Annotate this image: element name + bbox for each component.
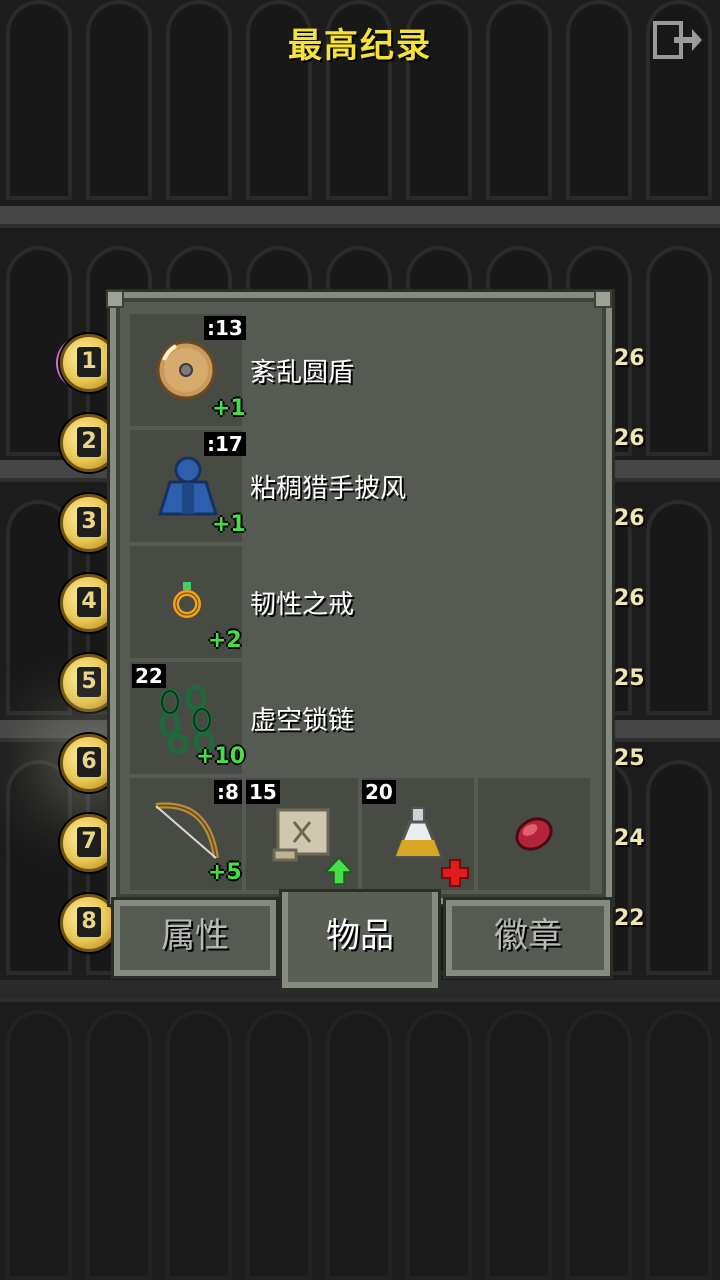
- quickslot[interactable]: :8 +5: [130, 778, 242, 890]
- depth-value: 26: [614, 346, 645, 371]
- depth-value: 26: [614, 586, 645, 611]
- item-name: 粘稠猎手披风: [250, 474, 407, 504]
- item-slot[interactable]: :13 +1: [130, 314, 246, 426]
- tab-badges[interactable]: 徽章: [446, 900, 610, 976]
- item-tag: 15: [246, 780, 280, 804]
- meat-icon: [515, 817, 553, 851]
- rank-number: 8: [77, 907, 101, 937]
- item-slot[interactable]: :17 +1: [130, 430, 246, 542]
- item-level: +1: [212, 396, 246, 421]
- equipment-row[interactable]: :17 +1 粘稠猎手披风: [130, 430, 592, 542]
- rank-number: 4: [77, 587, 101, 617]
- rank-number: 3: [77, 507, 101, 537]
- depth-value: 26: [614, 506, 645, 531]
- depth-value: 25: [614, 666, 645, 691]
- item-name: 紊乱圆盾: [250, 358, 355, 388]
- item-slot[interactable]: 22 +10: [130, 662, 246, 774]
- item-slot[interactable]: +2: [130, 546, 242, 658]
- quickslot[interactable]: [478, 778, 590, 890]
- exit-button[interactable]: [652, 20, 704, 60]
- page-title: 最高纪录: [288, 26, 432, 66]
- rank-number: 5: [77, 667, 101, 697]
- item-level: +2: [208, 628, 242, 653]
- item-level: +10: [196, 744, 246, 769]
- equipment-row[interactable]: :13 +1 紊乱圆盾: [130, 314, 592, 426]
- item-tag: 22: [132, 664, 166, 688]
- exit-icon: [653, 21, 702, 59]
- upgrade-arrow-icon: [324, 856, 354, 885]
- rank-number: 1: [77, 347, 101, 377]
- rank-number: 2: [77, 427, 101, 457]
- depth-value: 22: [614, 906, 645, 931]
- item-tag: 20: [362, 780, 396, 804]
- panel-corner: [106, 290, 124, 308]
- item-tag: :13: [204, 316, 246, 340]
- quickslot[interactable]: 20: [362, 778, 474, 890]
- tab-stats[interactable]: 属性: [114, 900, 276, 976]
- quickslot-row: :8 +5 15 20: [130, 778, 590, 890]
- depth-value: 24: [614, 826, 645, 851]
- equipment-row[interactable]: +2 韧性之戒: [130, 546, 592, 658]
- equipment-row[interactable]: 22 +10 虚空锁链: [130, 662, 592, 774]
- item-level: +5: [208, 860, 242, 885]
- panel-corner: [594, 290, 612, 308]
- item-level: +1: [212, 512, 246, 537]
- depth-value: 25: [614, 746, 645, 771]
- item-tag: :8: [214, 780, 242, 804]
- item-name: 虚空锁链: [250, 706, 355, 736]
- item-tag: :17: [204, 432, 246, 456]
- quickslot[interactable]: 15: [246, 778, 358, 890]
- tab-items[interactable]: 物品: [282, 892, 438, 988]
- rank-number: 6: [77, 747, 101, 777]
- rank-number: 7: [77, 827, 101, 857]
- depth-value: 26: [614, 426, 645, 451]
- item-name: 韧性之戒: [250, 590, 355, 620]
- healing-cross-icon: [441, 859, 469, 887]
